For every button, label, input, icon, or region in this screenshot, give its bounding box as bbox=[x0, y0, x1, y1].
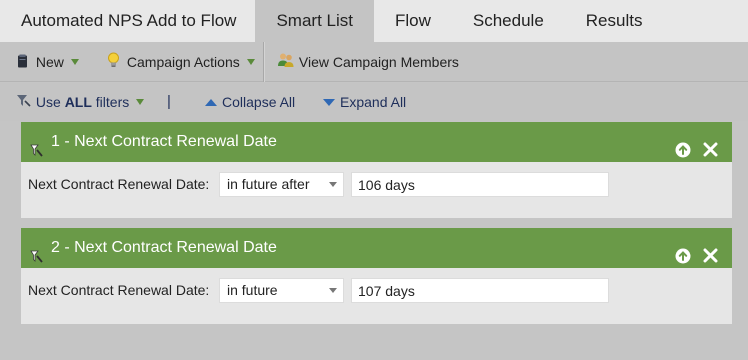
chevron-down-icon bbox=[246, 59, 255, 66]
filter-title: 2 - Next Contract Renewal Date bbox=[51, 239, 277, 256]
funnel-icon bbox=[16, 84, 32, 122]
filter-card: 2 - Next Contract Renewal Date Next Cont… bbox=[21, 228, 732, 324]
expand-all-button[interactable]: Expand All bbox=[323, 83, 406, 121]
tab-campaign-name[interactable]: Automated NPS Add to Flow bbox=[0, 0, 255, 42]
new-label: New bbox=[35, 54, 64, 70]
collapse-triangle-icon bbox=[205, 98, 217, 106]
use-filters-prefix: Use bbox=[35, 94, 65, 110]
toolbar-divider bbox=[263, 42, 264, 82]
filter-card-header[interactable]: 2 - Next Contract Renewal Date bbox=[21, 228, 732, 268]
tab-results[interactable]: Results bbox=[565, 0, 664, 42]
filterbar-separator: | bbox=[167, 93, 171, 110]
filter-card-header[interactable]: 1 - Next Contract Renewal Date bbox=[21, 122, 732, 162]
view-campaign-members-button[interactable]: View Campaign Members bbox=[277, 42, 459, 82]
tab-flow[interactable]: Flow bbox=[374, 0, 452, 42]
campaign-actions-button[interactable]: Campaign Actions bbox=[107, 42, 255, 82]
filter-title: 1 - Next Contract Renewal Date bbox=[51, 133, 277, 150]
collapse-all-button[interactable]: Collapse All bbox=[205, 83, 295, 121]
filter-card: 1 - Next Contract Renewal Date Next Cont… bbox=[21, 122, 732, 218]
expand-triangle-icon bbox=[323, 98, 335, 106]
chevron-down-icon bbox=[329, 288, 337, 293]
toolbar: New Campaign Actions View Campaign Membe… bbox=[0, 42, 748, 82]
chevron-down-icon bbox=[136, 99, 145, 106]
chevron-down-icon bbox=[70, 59, 79, 66]
operator-select[interactable]: in future after bbox=[219, 172, 344, 197]
campaign-actions-label: Campaign Actions bbox=[126, 54, 240, 70]
value-input[interactable] bbox=[351, 172, 609, 197]
operator-value: in future after bbox=[227, 176, 310, 192]
field-label: Next Contract Renewal Date: bbox=[28, 176, 210, 192]
use-filters-suffix: filters bbox=[91, 94, 130, 110]
use-all-filters-dropdown[interactable]: Use ALL filters bbox=[16, 83, 145, 122]
operator-select[interactable]: in future bbox=[219, 278, 344, 303]
tab-schedule[interactable]: Schedule bbox=[452, 0, 565, 42]
expand-all-label: Expand All bbox=[340, 94, 407, 110]
filter-card-body: Next Contract Renewal Date: in future af… bbox=[21, 162, 732, 218]
people-icon bbox=[277, 43, 295, 83]
filter-bar: Use ALL filters | Collapse All Expand Al… bbox=[0, 83, 748, 121]
tab-bar: Automated NPS Add to Flow Smart List Flo… bbox=[0, 0, 748, 42]
chevron-down-icon bbox=[329, 182, 337, 187]
document-icon bbox=[17, 43, 28, 83]
tab-smart-list[interactable]: Smart List bbox=[255, 0, 374, 42]
operator-value: in future bbox=[227, 282, 278, 298]
lightbulb-icon bbox=[107, 43, 120, 83]
filter-card-body: Next Contract Renewal Date: in future bbox=[21, 268, 732, 324]
collapse-all-label: Collapse All bbox=[222, 94, 296, 110]
field-label: Next Contract Renewal Date: bbox=[28, 282, 210, 298]
new-button[interactable]: New bbox=[17, 42, 79, 82]
value-input[interactable] bbox=[351, 278, 609, 303]
view-campaign-members-label: View Campaign Members bbox=[298, 54, 459, 70]
use-filters-bold: ALL bbox=[64, 94, 92, 110]
